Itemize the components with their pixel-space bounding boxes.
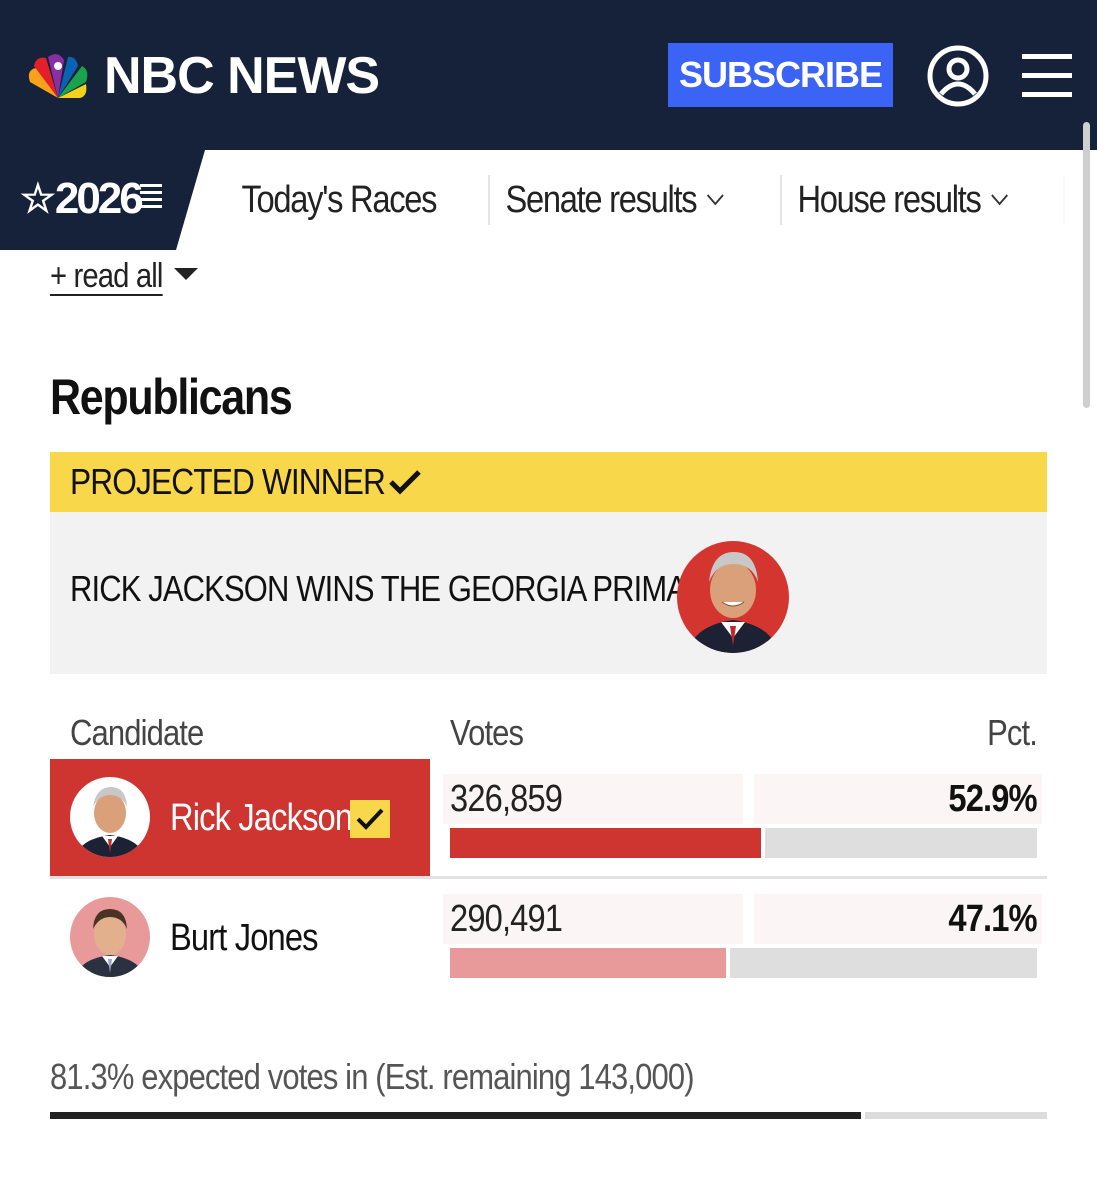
checkmark-icon [389, 470, 421, 495]
candidate-votes: 290,491 [450, 898, 563, 940]
column-header-votes: Votes [450, 712, 524, 753]
vote-share-fill [450, 828, 761, 858]
candidate-pct: 47.1% [948, 898, 1038, 940]
chevron-down-icon [707, 194, 725, 206]
bar-separator [861, 1112, 865, 1119]
nav-item-label: House results [797, 179, 982, 221]
nbc-news-logo[interactable]: NBC NEWS [24, 47, 380, 105]
expected-votes-text: 81.3% expected votes in (Est. remaining … [50, 1056, 695, 1097]
election-2026-badge[interactable]: ☆ 2026 [0, 150, 205, 250]
vote-share-bar [450, 948, 1037, 978]
candidate-votes: 326,859 [450, 778, 563, 820]
projected-winner-banner: PROJECTED WINNER [50, 452, 1047, 512]
read-all-label: + read all [50, 257, 163, 296]
vote-share-bar [450, 828, 1037, 858]
chevron-down-icon [991, 194, 1009, 206]
candidate-avatar [70, 777, 150, 857]
page-scrollbar[interactable] [1083, 122, 1090, 408]
nav-item-label: Senate results [505, 179, 698, 221]
column-header-candidate: Candidate [70, 712, 204, 753]
nav-item-label: Today's Races [241, 179, 437, 221]
party-title: Republicans [50, 369, 293, 425]
candidate-cell: Burt Jones [50, 879, 430, 997]
brand-name: NBC NEWS [104, 47, 380, 105]
winner-checkmark-icon [350, 800, 390, 838]
caret-down-icon [174, 268, 198, 280]
account-icon[interactable] [926, 44, 990, 108]
candidate-name: Burt Jones [170, 916, 318, 959]
badge-year: 2026 [54, 174, 144, 223]
candidate-pct: 52.9% [948, 778, 1038, 820]
nav-items: Today's Races Senate results House resul… [226, 150, 1097, 250]
candidate-avatar [70, 897, 150, 977]
flag-stripes-icon [140, 184, 162, 214]
expected-votes-fill [50, 1112, 861, 1119]
projected-winner-headline: RICK JACKSON WINS THE GEORGIA PRIMARY [70, 568, 728, 609]
top-header: NBC NEWS SUBSCRIBE [0, 0, 1097, 150]
hamburger-menu-icon[interactable] [1022, 54, 1074, 98]
elections-nav: ☆ 2026 Today's Races Senate results Hous… [0, 150, 1097, 250]
bar-separator [726, 948, 730, 978]
nbc-peacock-icon [28, 54, 88, 98]
expected-votes-bar [50, 1112, 1047, 1119]
candidate-name: Rick Jackson [170, 796, 353, 839]
projected-winner-label: PROJECTED WINNER [70, 461, 386, 502]
winner-avatar [677, 541, 789, 653]
column-header-pct: Pct. [987, 712, 1038, 753]
candidate-cell-winner: Rick Jackson [50, 759, 430, 877]
projected-winner-card[interactable]: RICK JACKSON WINS THE GEORGIA PRIMARY [50, 512, 1047, 674]
nav-item-todays-races[interactable]: Today's Races [226, 175, 452, 225]
read-all-link[interactable]: + read all [50, 257, 198, 296]
nav-item-house-results[interactable]: House results [782, 175, 1024, 225]
bar-separator [761, 828, 765, 858]
vote-share-fill [450, 948, 726, 978]
nav-item-senate-results[interactable]: Senate results [490, 175, 739, 225]
star-icon: ☆ [20, 177, 56, 221]
subscribe-button[interactable]: SUBSCRIBE [668, 43, 893, 107]
